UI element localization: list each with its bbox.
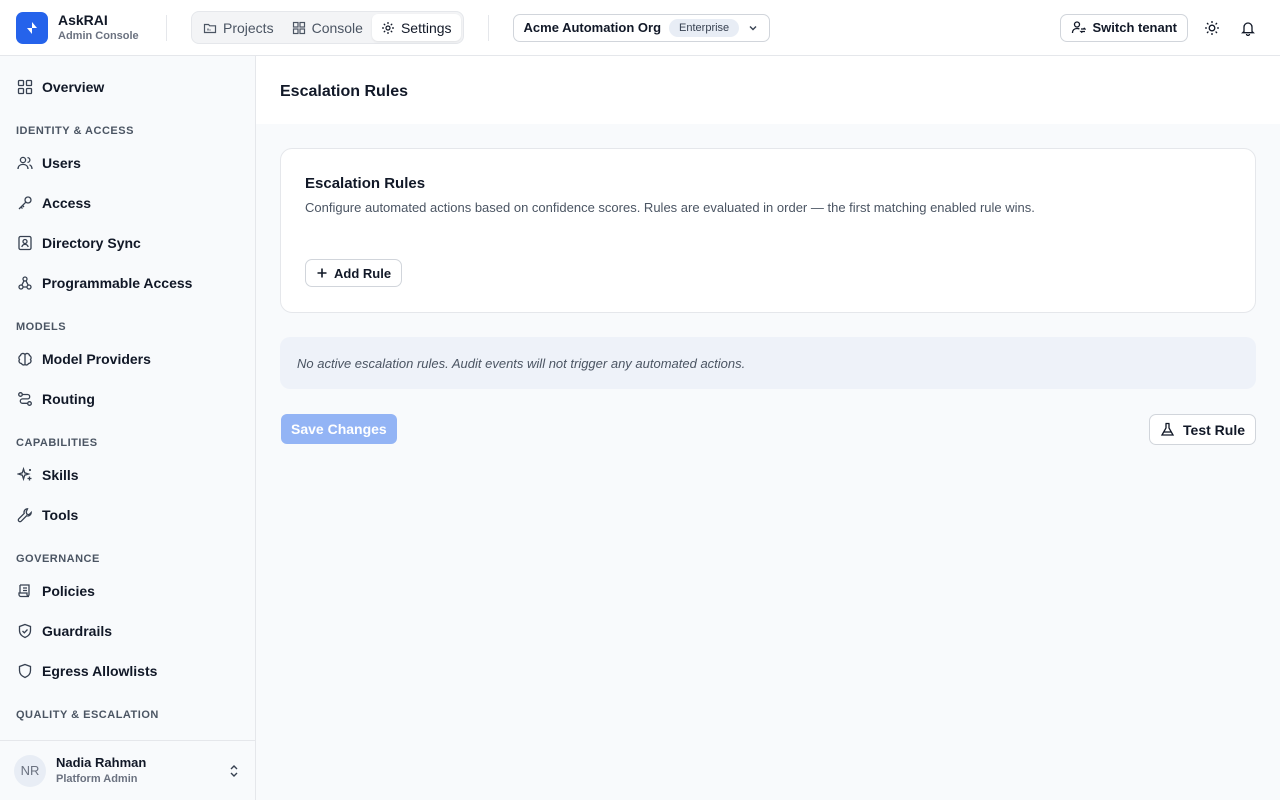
sidebar-item-label: Routing — [42, 391, 95, 407]
top-bar: AskRAI Admin Console Projects Console Se… — [0, 0, 1280, 56]
tab-label: Settings — [400, 19, 452, 36]
top-nav-tabs: Projects Console Settings — [191, 11, 464, 44]
sidebar-item-label: Policies — [42, 583, 95, 599]
sidebar-item-label: Guardrails — [42, 623, 113, 639]
scroll-icon — [16, 582, 34, 600]
folder-icon — [203, 21, 217, 35]
sidebar-item-guardrails[interactable]: Guardrails — [16, 621, 112, 641]
chevrons-up-down-icon[interactable] — [227, 764, 241, 778]
section-label-quality: QUALITY & ESCALATION — [16, 709, 159, 721]
sidebar-item-routing[interactable]: Routing — [16, 389, 95, 409]
tab-console[interactable]: Console — [283, 14, 372, 41]
sidebar-item-label: Skills — [42, 467, 79, 483]
sidebar-item-label: Directory Sync — [42, 235, 141, 251]
key-icon — [16, 194, 34, 212]
switch-tenant-label: Switch tenant — [1092, 20, 1177, 35]
users-icon — [16, 154, 34, 172]
route-icon — [16, 390, 34, 408]
sidebar-item-label: Model Providers — [42, 351, 151, 367]
brand[interactable]: AskRAI Admin Console — [0, 0, 166, 55]
dashboard-icon — [16, 78, 34, 96]
tab-settings[interactable]: Settings — [371, 14, 461, 41]
sidebar-item-users[interactable]: Users — [16, 153, 81, 173]
brand-logo-icon — [16, 11, 48, 44]
user-switch-icon — [1071, 20, 1087, 35]
escalation-rules-card: Escalation Rules Configure automated act… — [280, 148, 1256, 313]
webhook-icon — [16, 274, 34, 292]
gear-icon — [381, 21, 395, 35]
shield-icon — [16, 662, 34, 680]
contact-card-icon — [16, 234, 34, 252]
user-role: Platform Admin — [56, 772, 138, 785]
grid-icon — [292, 21, 306, 35]
sidebar-item-label: Programmable Access — [42, 275, 193, 291]
sidebar-item-label: Overview — [42, 79, 105, 95]
sidebar-item-access[interactable]: Access — [16, 193, 91, 213]
main-content: Escalation Rules Escalation Rules Config… — [256, 56, 1280, 800]
sparkles-icon — [16, 466, 34, 484]
theme-toggle-button[interactable] — [1200, 16, 1224, 40]
card-description: Configure automated actions based on con… — [305, 200, 1035, 215]
sidebar-item-label: Users — [42, 155, 81, 171]
section-label-models: MODELS — [16, 321, 67, 333]
switch-tenant-button[interactable]: Switch tenant — [1060, 13, 1188, 42]
sidebar-item-model-providers[interactable]: Model Providers — [16, 349, 151, 369]
plus-icon — [316, 267, 328, 279]
plan-badge: Enterprise — [669, 18, 740, 37]
empty-rules-notice: No active escalation rules. Audit events… — [280, 337, 1256, 389]
sidebar-item-egress-allowlists[interactable]: Egress Allowlists — [16, 661, 157, 681]
save-changes-button[interactable]: Save Changes — [281, 414, 397, 444]
sidebar: Overview IDENTITY & ACCESS Users Access … — [0, 56, 256, 800]
test-rule-button[interactable]: Test Rule — [1149, 414, 1256, 445]
header-divider — [166, 14, 167, 41]
tab-label: Projects — [223, 19, 274, 36]
sidebar-item-tools[interactable]: Tools — [16, 505, 78, 525]
sidebar-item-label: Egress Allowlists — [42, 663, 158, 679]
sidebar-item-skills[interactable]: Skills — [16, 465, 79, 485]
wrench-icon — [16, 506, 34, 524]
shield-check-icon — [16, 622, 34, 640]
sun-icon — [1204, 20, 1220, 36]
user-menu[interactable]: NR Nadia Rahman Platform Admin — [0, 740, 255, 800]
avatar: NR — [14, 754, 46, 787]
sidebar-item-programmable-access[interactable]: Programmable Access — [16, 273, 192, 293]
brand-name: AskRAI — [58, 12, 108, 29]
org-name: Acme Automation Org — [523, 20, 662, 35]
tab-projects[interactable]: Projects — [194, 14, 283, 41]
chevron-down-icon — [747, 22, 759, 34]
org-selector[interactable]: Acme Automation Org Enterprise — [512, 13, 771, 42]
brain-icon — [16, 350, 34, 368]
section-label-capabilities: CAPABILITIES — [16, 437, 98, 449]
user-name: Nadia Rahman — [56, 755, 147, 771]
add-rule-label: Add Rule — [334, 265, 392, 281]
notifications-button[interactable] — [1236, 16, 1260, 40]
sidebar-item-label: Tools — [42, 507, 79, 523]
sidebar-item-directory-sync[interactable]: Directory Sync — [16, 233, 141, 253]
section-label-identity: IDENTITY & ACCESS — [16, 125, 134, 137]
tab-label: Console — [311, 19, 363, 36]
sidebar-item-label: Access — [42, 195, 92, 211]
sidebar-item-policies[interactable]: Policies — [16, 581, 95, 601]
header-divider — [487, 14, 489, 41]
flask-icon — [1160, 422, 1175, 437]
page-header: Escalation Rules — [256, 56, 1280, 124]
brand-subtitle: Admin Console — [58, 30, 139, 43]
section-label-governance: GOVERNANCE — [16, 553, 100, 565]
sidebar-item-overview[interactable]: Overview — [16, 77, 104, 97]
add-rule-button[interactable]: Add Rule — [305, 259, 403, 287]
page-title: Escalation Rules — [280, 83, 409, 100]
bell-icon — [1240, 20, 1256, 36]
card-title: Escalation Rules — [305, 175, 426, 192]
test-rule-label: Test Rule — [1183, 421, 1245, 438]
